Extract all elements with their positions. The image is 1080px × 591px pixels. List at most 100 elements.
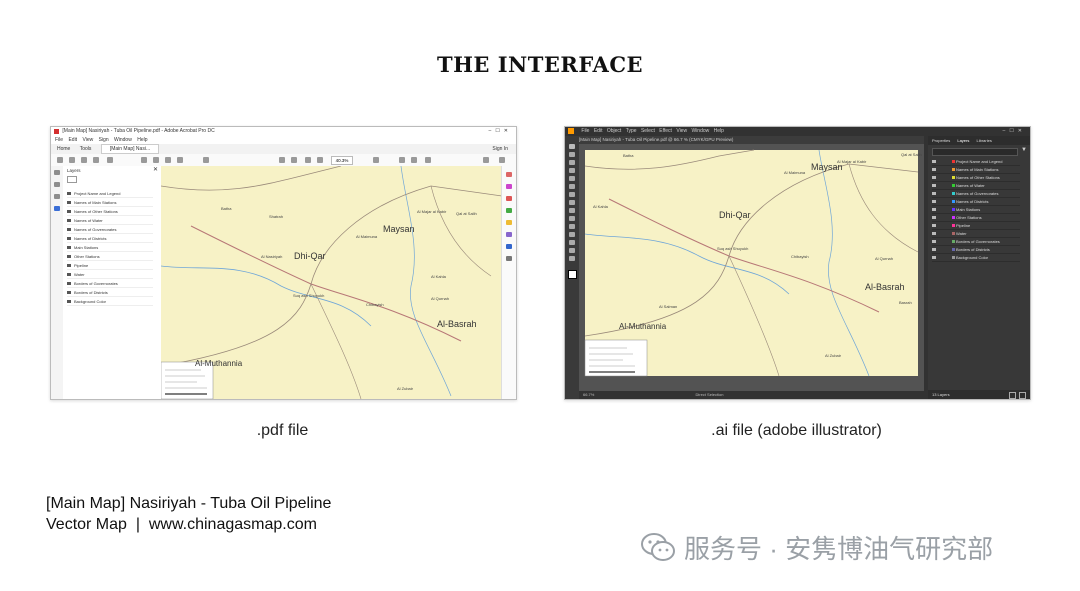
eye-icon[interactable]: [67, 228, 71, 231]
layer-row[interactable]: Names of Districts: [932, 198, 1020, 206]
eye-icon[interactable]: [932, 176, 936, 179]
layer-row[interactable]: Main Stations: [67, 244, 153, 252]
menu-help[interactable]: Help: [137, 137, 147, 143]
menu-view[interactable]: View: [82, 137, 93, 143]
export-pdf-icon[interactable]: [506, 196, 512, 201]
status-zoom[interactable]: 66.7%: [583, 392, 594, 397]
camera-icon[interactable]: [203, 157, 209, 163]
tab-properties[interactable]: Properties: [932, 138, 950, 143]
window-controls[interactable]: –☐✕: [1003, 127, 1026, 136]
eye-icon[interactable]: [932, 232, 936, 235]
layer-row[interactable]: Names of Governorates: [67, 226, 153, 234]
layer-row[interactable]: Borders of Governorates: [67, 280, 153, 288]
rectangle-tool-icon[interactable]: [569, 184, 575, 189]
fill-stroke-swatch[interactable]: [568, 270, 577, 279]
eye-icon[interactable]: [67, 273, 71, 276]
eyedropper-tool-icon[interactable]: [569, 240, 575, 245]
gradient-tool-icon[interactable]: [569, 232, 575, 237]
print-icon[interactable]: [93, 157, 99, 163]
layer-row[interactable]: Main Stations: [932, 206, 1020, 214]
menu-edit[interactable]: Edit: [68, 137, 77, 143]
protect-icon[interactable]: [506, 244, 512, 249]
more-tools-icon[interactable]: [506, 256, 512, 261]
undo-icon[interactable]: [141, 157, 147, 163]
tab-tools[interactable]: Tools: [80, 146, 92, 152]
tab-layers[interactable]: Layers: [957, 138, 969, 143]
menu-help[interactable]: Help: [714, 128, 724, 134]
menu-select[interactable]: Select: [641, 128, 655, 134]
layers-panel-icon[interactable]: [54, 206, 60, 211]
scale-tool-icon[interactable]: [569, 208, 575, 213]
eye-icon[interactable]: [67, 192, 71, 195]
eye-icon[interactable]: [67, 210, 71, 213]
new-layer-icon[interactable]: [1009, 392, 1016, 399]
tab-libraries[interactable]: Libraries: [977, 138, 992, 143]
acrobat-map-view[interactable]: Maysan Dhi-Qar Al-Basrah Al-Muthannia Ba…: [161, 166, 502, 399]
eye-icon[interactable]: [932, 248, 936, 251]
layer-row[interactable]: Water: [67, 271, 153, 279]
layer-row[interactable]: Water: [932, 230, 1020, 238]
bookmark-panel-icon[interactable]: [54, 182, 60, 187]
eye-icon[interactable]: [67, 291, 71, 294]
menu-file[interactable]: File: [581, 128, 589, 134]
zoom-level-select[interactable]: 40.3%: [331, 156, 353, 165]
cut-icon[interactable]: [165, 157, 171, 163]
rotate-tool-icon[interactable]: [569, 200, 575, 205]
eye-icon[interactable]: [932, 192, 936, 195]
eye-icon[interactable]: [932, 208, 936, 211]
menu-window[interactable]: Window: [691, 128, 709, 134]
comment-icon[interactable]: [373, 157, 379, 163]
eye-icon[interactable]: [67, 246, 71, 249]
shape-builder-icon[interactable]: [569, 224, 575, 229]
layer-row[interactable]: Names of Other Stations: [67, 208, 153, 216]
layer-row[interactable]: Names of Districts: [67, 235, 153, 243]
eye-icon[interactable]: [932, 160, 936, 163]
menu-sign[interactable]: Sign: [99, 137, 109, 143]
layer-row[interactable]: Names of Main Stations: [67, 199, 153, 207]
stamp-icon[interactable]: [425, 157, 431, 163]
delete-layer-icon[interactable]: [1019, 392, 1026, 399]
home-page-icon[interactable]: [54, 170, 60, 175]
select-arrow-icon[interactable]: [279, 157, 285, 163]
zoom-tool-icon[interactable]: [569, 256, 575, 261]
layer-row[interactable]: Names of Other Stations: [932, 174, 1020, 182]
type-tool-icon[interactable]: [569, 168, 575, 173]
width-tool-icon[interactable]: [569, 216, 575, 221]
eye-icon[interactable]: [932, 168, 936, 171]
layer-row[interactable]: Other Stations: [67, 253, 153, 261]
layer-row[interactable]: Pipeline: [67, 262, 153, 270]
eye-icon[interactable]: [67, 255, 71, 258]
layer-row[interactable]: Borders of Districts: [932, 246, 1020, 254]
eye-icon[interactable]: [67, 219, 71, 222]
layer-row[interactable]: Pipeline: [932, 222, 1020, 230]
highlight-icon[interactable]: [411, 157, 417, 163]
layer-row[interactable]: Borders of Governorates: [932, 238, 1020, 246]
edit-pdf-icon[interactable]: [506, 184, 512, 189]
share-icon[interactable]: [483, 157, 489, 163]
layer-options-icon[interactable]: [67, 176, 77, 183]
direct-selection-tool-icon[interactable]: [569, 152, 575, 157]
close-icon[interactable]: ✕: [153, 166, 158, 173]
mail-icon[interactable]: [81, 157, 87, 163]
eye-icon[interactable]: [932, 256, 936, 259]
comment-tool-icon[interactable]: [506, 220, 512, 225]
eye-icon[interactable]: [67, 201, 71, 204]
eye-icon[interactable]: [932, 200, 936, 203]
bookmark-icon[interactable]: [69, 157, 75, 163]
window-controls[interactable]: –☐✕: [489, 127, 512, 136]
layer-search-input[interactable]: [932, 148, 1018, 156]
layer-row[interactable]: Project Name and Legend: [932, 158, 1020, 166]
save-icon[interactable]: [57, 157, 63, 163]
redo-icon[interactable]: [153, 157, 159, 163]
zoom-out-icon[interactable]: [305, 157, 311, 163]
eye-icon[interactable]: [67, 264, 71, 267]
sign-in-link[interactable]: Sign In: [492, 144, 508, 154]
menu-type[interactable]: Type: [626, 128, 637, 134]
filter-icon[interactable]: ▼: [1021, 147, 1027, 153]
email-icon[interactable]: [499, 157, 505, 163]
layer-row[interactable]: Project Name and Legend: [67, 190, 153, 198]
layer-row[interactable]: Background Color: [932, 254, 1020, 262]
search-icon[interactable]: [107, 157, 113, 163]
eye-icon[interactable]: [932, 240, 936, 243]
eye-icon[interactable]: [67, 282, 71, 285]
